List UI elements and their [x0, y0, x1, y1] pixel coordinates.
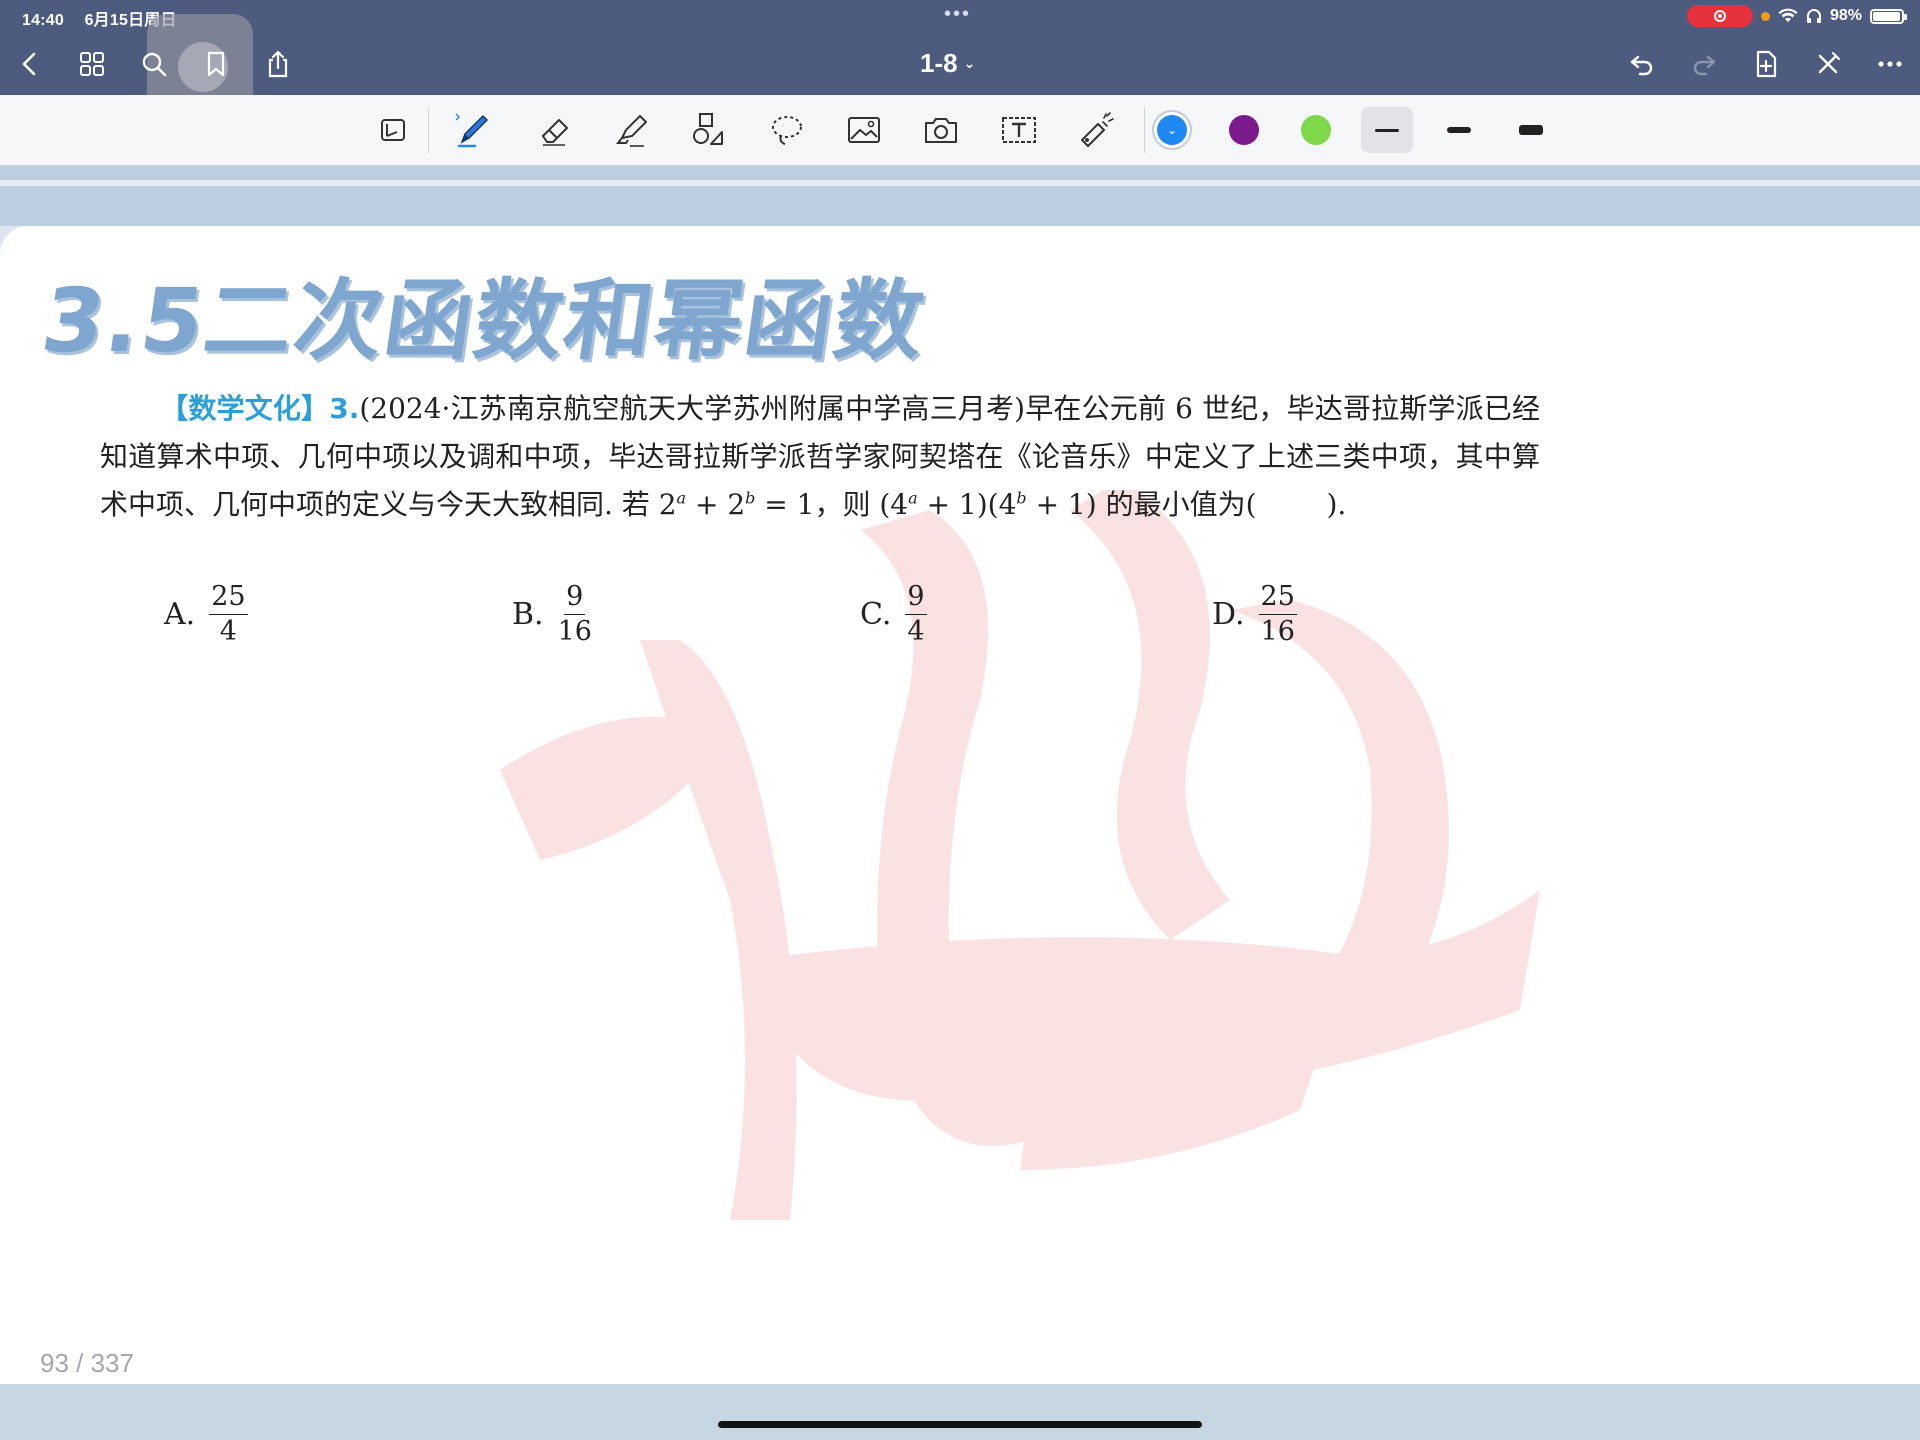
stroke-thin-button[interactable]: [1361, 107, 1413, 153]
exponent-a: a: [676, 488, 687, 508]
chevron-down-icon: ⌄: [963, 55, 976, 71]
eraser-icon[interactable]: [530, 105, 580, 155]
fraction-numerator: 25: [1258, 580, 1297, 615]
more-icon[interactable]: [1872, 46, 1908, 82]
problem-text-4: + 1)(4: [917, 488, 1017, 521]
read-mode-icon[interactable]: [368, 105, 418, 155]
problem-text-6: ).: [1326, 488, 1347, 521]
wifi-icon: [1778, 8, 1798, 22]
color-swatch-purple[interactable]: [1229, 115, 1259, 145]
top-bar: 14:40 6月15日周日 ••• 98% 1-8 ⌄: [0, 0, 1920, 120]
stroke-medium-button[interactable]: [1433, 107, 1485, 153]
shapes-icon[interactable]: [684, 105, 734, 155]
lasso-icon[interactable]: [762, 105, 812, 155]
toolbar-divider: [1144, 107, 1145, 153]
grid-icon[interactable]: [74, 46, 110, 82]
stroke-thick-button[interactable]: [1505, 107, 1557, 153]
chapter-title: 3.5二次函数和幂函数: [35, 269, 933, 372]
chevron-down-icon: ⌄: [1166, 123, 1178, 137]
text-box-icon[interactable]: [994, 105, 1044, 155]
headphones-icon: [1806, 9, 1821, 23]
document-title: 1-8: [920, 48, 958, 78]
document-title-dropdown[interactable]: 1-8 ⌄: [920, 48, 975, 79]
battery-icon: [1870, 8, 1907, 24]
choice-c[interactable]: C. 94: [860, 580, 927, 649]
mic-indicator-icon: [1760, 11, 1770, 21]
pen-tool-icon[interactable]: [448, 105, 498, 155]
undo-icon[interactable]: [1624, 46, 1660, 82]
page-bottom-band: [0, 1384, 1920, 1440]
battery-percent: 98%: [1829, 7, 1862, 24]
choice-label: D.: [1212, 597, 1245, 632]
page-indicator: 93 / 337: [40, 1348, 134, 1378]
choice-fraction: 25 4: [209, 580, 248, 649]
problem-text-5: + 1) 的最小值为(: [1026, 488, 1257, 521]
fraction-numerator: 25: [209, 580, 248, 615]
choice-fraction: 9 16: [558, 580, 592, 649]
choice-b[interactable]: B. 9 16: [512, 580, 592, 649]
choice-label: B.: [512, 597, 544, 632]
back-icon[interactable]: [12, 46, 48, 82]
choice-label: C.: [860, 597, 892, 632]
page-separator: [0, 180, 1920, 186]
color-swatch-blue[interactable]: ⌄: [1157, 115, 1187, 145]
fraction-numerator: 9: [905, 580, 927, 615]
search-icon[interactable]: [136, 46, 172, 82]
screen-recording-icon[interactable]: [1686, 5, 1753, 27]
home-indicator[interactable]: [718, 1421, 1202, 1428]
color-swatch-green[interactable]: [1301, 115, 1331, 145]
page-top-band: [0, 166, 1920, 226]
camera-icon[interactable]: [916, 105, 966, 155]
toolbar-divider: [428, 107, 429, 153]
brush-watermark: [500, 490, 1540, 1220]
redo-icon[interactable]: [1686, 46, 1722, 82]
laser-pointer-icon[interactable]: [1071, 105, 1121, 155]
status-indicators: 98%: [1686, 5, 1907, 27]
bookmark-icon[interactable]: [198, 46, 234, 82]
problem-number: 3.: [329, 392, 360, 425]
exponent-a: a: [908, 488, 918, 508]
problem-text: 【数学文化】3.(2024·江苏南京航空航天大学苏州附属中学高三月考)早在公元前…: [100, 385, 1540, 529]
add-page-icon[interactable]: [1748, 46, 1784, 82]
fraction-denominator: 4: [907, 616, 925, 647]
problem-tag: 【数学文化】: [160, 392, 330, 425]
annotation-toolbar: ⌄: [0, 95, 1920, 166]
problem-text-2: + 2: [686, 488, 746, 521]
status-time: 14:40: [22, 12, 64, 29]
fraction-numerator: 9: [564, 580, 586, 615]
exponent-b: b: [745, 488, 756, 508]
fraction-denominator: 4: [219, 616, 237, 647]
choice-fraction: 25 16: [1258, 580, 1297, 649]
share-icon[interactable]: [260, 46, 296, 82]
choice-a[interactable]: A. 25 4: [164, 580, 248, 649]
problem-source: (2024·江苏南京航空航天大学苏州附属中学高三月考): [359, 392, 1026, 425]
close-pen-icon[interactable]: [1810, 46, 1846, 82]
problem-text-3: = 1，则 (4: [755, 488, 909, 521]
fraction-denominator: 16: [557, 616, 592, 647]
fraction-denominator: 16: [1260, 616, 1295, 647]
multitasking-dots-icon[interactable]: •••: [944, 3, 971, 26]
image-icon[interactable]: [839, 105, 889, 155]
highlighter-icon[interactable]: [607, 105, 657, 155]
choice-fraction: 94: [905, 580, 927, 649]
choice-d[interactable]: D. 25 16: [1212, 580, 1297, 649]
choice-label: A.: [164, 597, 196, 632]
exponent-b: b: [1016, 488, 1027, 508]
